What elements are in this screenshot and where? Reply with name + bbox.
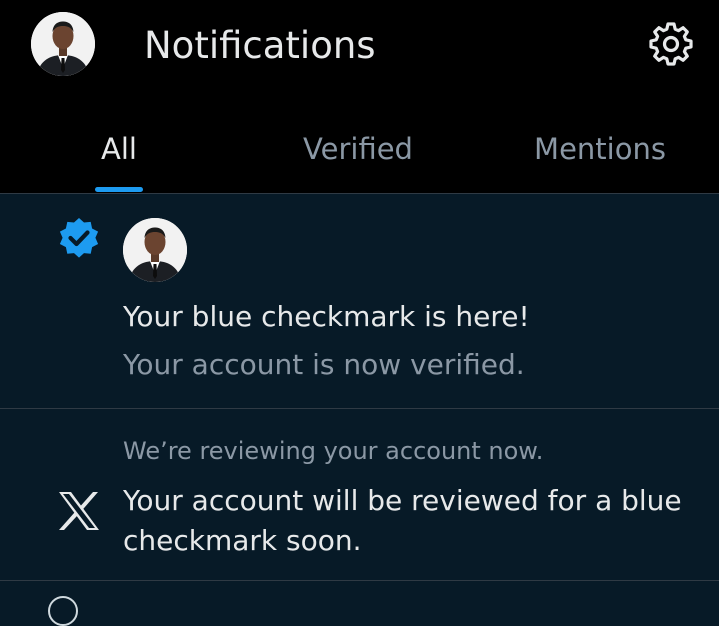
active-tab-indicator: [95, 187, 143, 192]
tab-verified[interactable]: Verified: [268, 125, 448, 173]
tab-mentions[interactable]: Mentions: [512, 125, 688, 173]
notification-subtitle: We’re reviewing your account now.: [123, 437, 544, 465]
notification-subtitle: Your account is now verified.: [123, 348, 525, 381]
page-title: Notifications: [144, 24, 376, 67]
notification-item-verified[interactable]: Your blue checkmark is here! Your accoun…: [0, 194, 719, 408]
notification-title: Your blue checkmark is here!: [123, 300, 530, 333]
notification-item-review[interactable]: We’re reviewing your account now. Your a…: [0, 409, 719, 580]
notification-body: Your account will be reviewed for a blue…: [123, 484, 682, 557]
profile-avatar[interactable]: [31, 12, 95, 76]
avatar[interactable]: [123, 218, 187, 282]
verified-badge-icon: [57, 216, 101, 260]
x-logo-icon: [57, 491, 101, 531]
divider: [0, 580, 719, 581]
top-bar: Notifications All Verified Mentions: [0, 0, 719, 193]
tab-all[interactable]: All: [60, 125, 178, 173]
gear-icon[interactable]: [648, 20, 694, 66]
avatar: [48, 596, 78, 626]
